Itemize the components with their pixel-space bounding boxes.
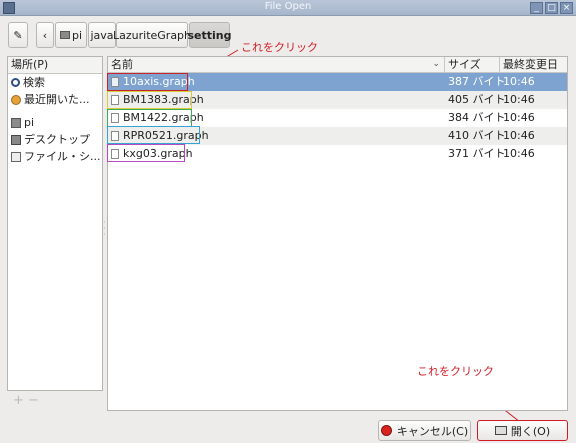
crumb-label: LazuriteGraph [113,28,192,42]
window-title: File Open [264,1,312,12]
place-filesystem[interactable]: ファイル・シ... [8,148,102,165]
annotation-click-open: これをクリック [417,365,494,378]
places-add-remove[interactable]: + − [7,393,103,411]
place-label: デスクトップ [24,133,90,146]
mouse-cursor-blob [340,205,374,217]
open-label: 開く(O) [510,424,551,438]
place-label: 検索 [23,76,45,89]
file-size: 387 バイト [448,75,506,88]
file-icon [111,95,119,105]
pencil-icon: ✎ [13,28,23,42]
title-bar: File Open _ □ × [0,0,576,16]
column-name-label: 名前 [111,58,133,71]
maximize-button[interactable]: □ [545,2,558,14]
recent-icon [11,94,21,105]
file-modified: 10:46 [503,93,535,106]
file-icon [111,77,119,87]
crumb-pi[interactable]: pi [55,22,87,48]
folder-icon [59,31,70,39]
location-edit-button[interactable]: ✎ [8,22,28,48]
search-icon [11,78,20,87]
filesystem-icon [11,151,21,162]
file-row[interactable]: 10axis.graph 387 バイト 10:46 [108,73,567,91]
file-size: 384 バイト [448,111,506,124]
place-recent[interactable]: 最近開いた... [8,91,102,108]
minimize-button[interactable]: _ [530,2,543,14]
crumb-java[interactable]: java [88,22,116,48]
file-row[interactable]: RPR0521.graph 410 バイト 10:46 [108,127,567,145]
place-search[interactable]: 検索 [8,74,102,91]
file-list: 名前 ⌄ サイズ 最終変更日 10axis.graph 387 バイト 10:4… [107,56,568,411]
place-label: 最近開いた... [24,93,90,106]
place-pi[interactable]: pi [8,114,102,131]
file-icon [111,131,119,141]
file-name: BM1422.graph [123,111,204,124]
crumb-label: pi [71,28,83,42]
file-icon [111,113,119,123]
column-size[interactable]: サイズ [445,57,500,73]
file-size: 371 バイト [448,147,506,160]
chevron-down-icon: ⌄ [432,59,440,69]
place-desktop[interactable]: デスクトップ [8,131,102,148]
places-sidebar: 場所(P) 検索 最近開いた... pi デスクトップ ファイル・シ... [7,56,103,391]
file-name: RPR0521.graph [123,129,209,142]
file-icon [111,149,119,159]
pane-splitter-handle[interactable]: · · · [103,219,106,240]
crumb-label: java [90,28,114,42]
column-name[interactable]: 名前 ⌄ [108,57,445,73]
file-name: 10axis.graph [123,75,195,88]
desktop-icon [11,134,21,145]
column-modified[interactable]: 最終変更日 [500,57,567,73]
cancel-icon [380,425,392,436]
cancel-label: キャンセル(C) [396,424,469,438]
file-row[interactable]: kxg03.graph 371 バイト 10:46 [108,145,567,163]
file-modified: 10:46 [503,111,535,124]
open-folder-icon [494,426,507,435]
file-modified: 10:46 [503,129,535,142]
crumb-label: setting [187,28,232,42]
file-name: kxg03.graph [123,147,193,160]
file-list-header: 名前 ⌄ サイズ 最終変更日 [108,57,567,73]
chevron-left-icon: ‹ [42,28,48,42]
close-button[interactable]: × [560,2,573,14]
file-size: 410 バイト [448,129,506,142]
file-modified: 10:46 [503,75,535,88]
place-label: ファイル・シ... [24,150,101,163]
file-name: BM1383.graph [123,93,204,106]
place-label: pi [24,116,35,129]
annotation-click-file: これをクリック [241,41,318,54]
crumb-setting[interactable]: setting [187,22,232,48]
path-back-button[interactable]: ‹ [36,22,54,48]
file-size: 405 バイト [448,93,506,106]
crumb-lazuritegraph[interactable]: LazuriteGraph [113,22,192,48]
open-button[interactable]: 開く(O) [477,420,568,441]
file-modified: 10:46 [503,147,535,160]
file-row[interactable]: BM1422.graph 384 バイト 10:46 [108,109,567,127]
file-row[interactable]: BM1383.graph 405 バイト 10:46 [108,91,567,109]
places-header: 場所(P) [8,57,102,74]
home-folder-icon [11,117,21,128]
cancel-button[interactable]: キャンセル(C) [378,420,471,441]
